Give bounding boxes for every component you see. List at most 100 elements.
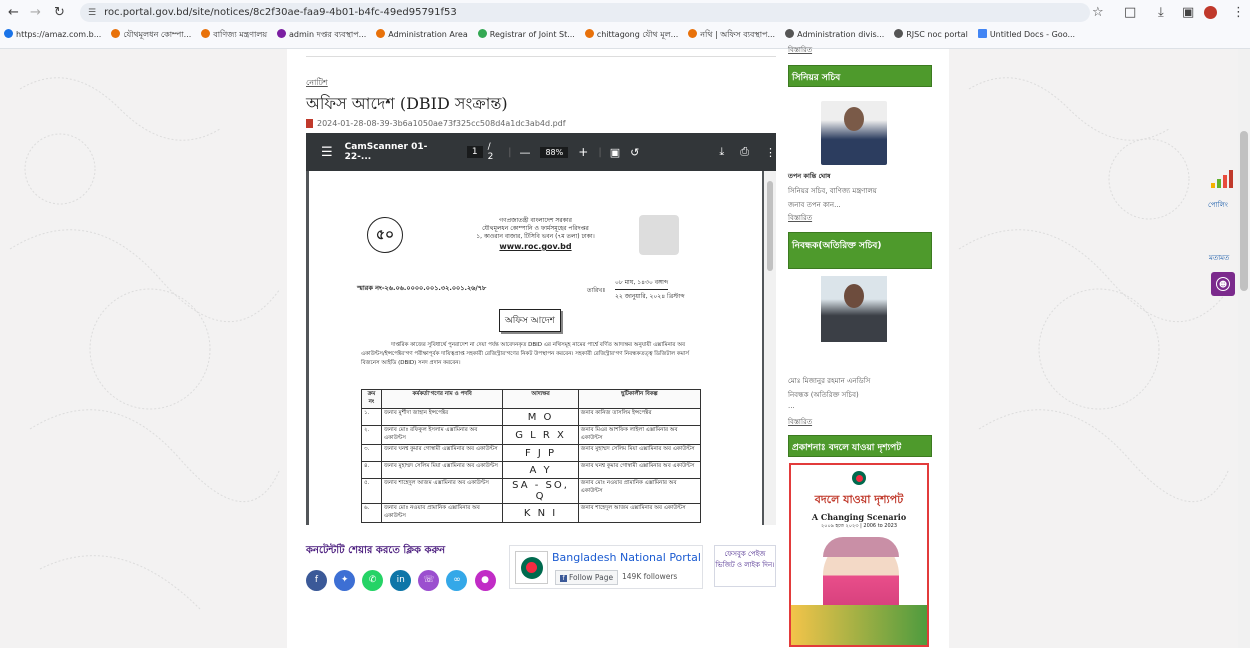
facebook-visit-box[interactable]: ফেসবুক পেইজ ভিজিট ও লাইক দিন। [714, 545, 776, 587]
doc-gov-line1: গণপ্রজাতন্ত্রী বাংলাদেশ সরকার [499, 217, 572, 224]
decorative-pattern-right [949, 49, 1238, 648]
bookmark-item[interactable]: Untitled Docs - Goo... [977, 29, 1075, 42]
bookmark-star-icon[interactable]: ☆ [1092, 4, 1104, 20]
accessibility-icon[interactable]: ☻ [1211, 272, 1235, 296]
copy-link-icon[interactable]: ∞ [446, 569, 468, 591]
pdf-page-total: / 2 [487, 142, 494, 162]
more-options-icon[interactable]: ⋮ [765, 146, 776, 159]
doc-date-label: তারিখঃ [587, 287, 606, 294]
url-text: roc.portal.gov.bd/site/notices/8c2f30ae-… [104, 7, 457, 18]
page-title: অফিস আদেশ (DBID সংক্রান্ত) [306, 94, 508, 113]
bookmark-item[interactable]: admin দপ্তর ব্যবস্থাপ... [277, 29, 366, 42]
pdf-file-title: CamScanner 01-22-... [344, 142, 428, 162]
poll-chart-icon[interactable] [1211, 168, 1235, 188]
rotate-icon[interactable]: ↺ [630, 146, 639, 159]
poll-label[interactable]: পোলিং [1208, 199, 1228, 211]
doc-gov-line3: ১, কাওরান বাজার, টিসিবি ভবন (৭ম তলা) ঢাক… [476, 233, 595, 240]
publication-years: ২০০৯ হতে ২০২৩ | 2006 to 2023 [820, 523, 898, 529]
gov-seal-icon [852, 471, 866, 485]
doc-memo: স্মারক নং-২৬.০৬.০০০০.০০১.৩২.০০১.২৬/৭৮ [357, 284, 487, 292]
zoom-out-button[interactable]: — [519, 146, 530, 159]
table-row: ১. জনাব মুর্শীদা জাহান ইন্সপেক্টর M O জন… [361, 408, 702, 426]
bookmark-item[interactable]: Administration divis... [785, 29, 884, 42]
pdf-file-icon [306, 119, 313, 128]
table-row: ২. জনাব মোঃ রফিকুল ইসলাম এক্সামিনার অব এ… [361, 425, 702, 445]
messenger-share-icon[interactable]: ● [474, 569, 496, 591]
opinion-label[interactable]: মতামত [1209, 252, 1229, 264]
zoom-level-input[interactable]: 88% [540, 146, 569, 158]
sidebar-top-link[interactable]: বিস্তারিত [788, 44, 812, 56]
linkedin-share-icon[interactable]: in [390, 569, 412, 591]
twitter-share-icon[interactable]: ✦ [334, 569, 356, 591]
forward-icon[interactable]: → [30, 4, 41, 20]
officer-table: ক্রম নং কর্মকর্তা'গণের নাম ও পদবি আদ্যক্… [361, 389, 702, 523]
registrar-details-link[interactable]: বিস্তারিত [788, 416, 812, 428]
zoom-in-button[interactable]: + [578, 145, 588, 159]
facebook-share-icon[interactable]: f [306, 569, 327, 591]
fit-page-icon[interactable]: ▣ [610, 146, 620, 159]
pdf-page-input[interactable]: 1 [466, 146, 483, 158]
bookmark-item[interactable]: https://amaz.com.b... [4, 29, 101, 42]
fb-follow-button[interactable]: f Follow Page [555, 570, 619, 585]
bookmarks-bar: https://amaz.com.b... যৌথমূলধন কোম্পা...… [4, 29, 1075, 42]
address-bar[interactable]: ☰ roc.portal.gov.bd/site/notices/8c2f30a… [80, 3, 1090, 22]
bookmark-item[interactable]: নথি | অফিস ব্যবস্থাপ... [688, 29, 775, 42]
senior-secretary-designation: সিনিয়র সচিব, বাণিজ্য মন্ত্রণালয় [788, 187, 877, 195]
bookmark-item[interactable]: RJSC noc portal [894, 29, 968, 42]
publication-cover[interactable]: বদলে যাওয়া দৃশ্যপট A Changing Scenario … [789, 463, 929, 647]
back-icon[interactable]: ← [8, 4, 19, 20]
table-row: ৫. জনাব শাহেদুল আজম এক্সামিনার অব একাউন্… [361, 478, 702, 504]
page-scrollbar[interactable] [1238, 49, 1250, 648]
doc-gov-line2: যৌথমূলধন কোম্পানি ও ফার্মসমূহের পরিদপ্তর [482, 225, 589, 232]
fb-followers: 149K followers [622, 572, 678, 581]
file-link[interactable]: 2024-01-28-08-39-3b6a1050ae73f325cc508d4… [306, 119, 566, 128]
registrar-photo [821, 276, 887, 342]
bookmark-item[interactable]: বাণিজ্য মন্ত্রণালয় [201, 29, 267, 42]
whatsapp-share-icon[interactable]: ✆ [362, 569, 384, 591]
table-header: ছুটিকালীন বিকল্প [577, 389, 702, 409]
download-icon[interactable]: ⤓ [1158, 4, 1164, 20]
pdf-menu-icon[interactable]: ☰ [321, 145, 333, 160]
publication-title-bn: বদলে যাওয়া দৃশ্যপট [814, 493, 904, 506]
senior-secretary-heading: সিনিয়র সচিব [788, 65, 932, 87]
site-settings-icon[interactable]: ☰ [88, 8, 96, 18]
pdf-scrollbar[interactable] [764, 171, 776, 525]
portal-logo [515, 551, 548, 584]
bookmark-item[interactable]: যৌথমূলধন কোম্পা... [111, 29, 191, 42]
download-icon[interactable]: ⤓ [719, 145, 724, 159]
profile-avatar-icon[interactable] [1204, 4, 1217, 20]
browser-chrome: ← → ↻ ☰ roc.portal.gov.bd/site/notices/8… [0, 0, 1250, 49]
share-section: কনটেন্টটি শেয়ার করতে ক্লিক করুন f ✦ ✆ i… [306, 543, 498, 591]
page-scrollbar-thumb[interactable] [1240, 131, 1248, 291]
pdf-page: ৫০ গণপ্রজাতন্ত্রী বাংলাদেশ সরকার যৌথমূলধ… [309, 171, 762, 525]
print-icon[interactable]: ⎙ [740, 145, 749, 159]
senior-secretary-desc: জনাব তপন কান... [788, 201, 841, 209]
doc-website: www.roc.gov.bd [499, 242, 572, 251]
menu-icon[interactable]: ⋮ [1232, 4, 1245, 20]
doc-paragraph: দাপ্তরিক কাজের সুবিধার্থে পুনরাদেশ না দে… [361, 342, 689, 366]
fb-page-name[interactable]: Bangladesh National Portal [552, 551, 701, 564]
table-row: ৩. জনাব ঘনশ্ব কুমার গোস্বামী এক্সামিনার … [361, 444, 702, 462]
registrar-name: মোঃ মিজানুর রহমান এনডিসি [788, 377, 871, 385]
toolbar-divider: | [508, 146, 512, 158]
bookmark-item[interactable]: chittagong যৌথ মূল... [584, 29, 678, 42]
extensions-icon[interactable]: □ [1124, 4, 1136, 20]
pdf-viewer[interactable]: ☰ CamScanner 01-22-... 1 / 2 | — 88% + |… [306, 133, 776, 525]
publication-title-en: A Changing Scenario [811, 512, 907, 522]
doc-date-bn: ০৮ মাঘ, ১৪৩০ বঙ্গাব্দ [615, 277, 669, 290]
sidepanel-icon[interactable]: ▣ [1182, 4, 1194, 20]
doc-date-en: ২২ জানুয়ারি, ২০২৪ খ্রিস্টাব্দ [615, 293, 685, 300]
decorative-pattern-left [0, 49, 287, 648]
pdf-scrollbar-thumb[interactable] [767, 181, 773, 271]
reload-icon[interactable]: ↻ [54, 4, 65, 20]
registrar-designation: নিবন্ধক (অতিরিক্ত সচিব) [788, 391, 859, 399]
breadcrumb-category[interactable]: নোটিশ [306, 77, 328, 90]
bookmark-item[interactable]: Registrar of Joint St... [477, 29, 575, 42]
toolbar-divider: | [598, 146, 602, 158]
doc-heading: অফিস আদেশ [499, 309, 561, 332]
senior-secretary-details-link[interactable]: বিস্তারিত [788, 212, 812, 224]
viber-share-icon[interactable]: ☏ [418, 569, 440, 591]
fb-logo-icon: f [560, 575, 567, 582]
bookmark-item[interactable]: Administration Area [376, 29, 468, 42]
facebook-page-widget[interactable]: Bangladesh National Portal f Follow Page … [509, 545, 703, 589]
